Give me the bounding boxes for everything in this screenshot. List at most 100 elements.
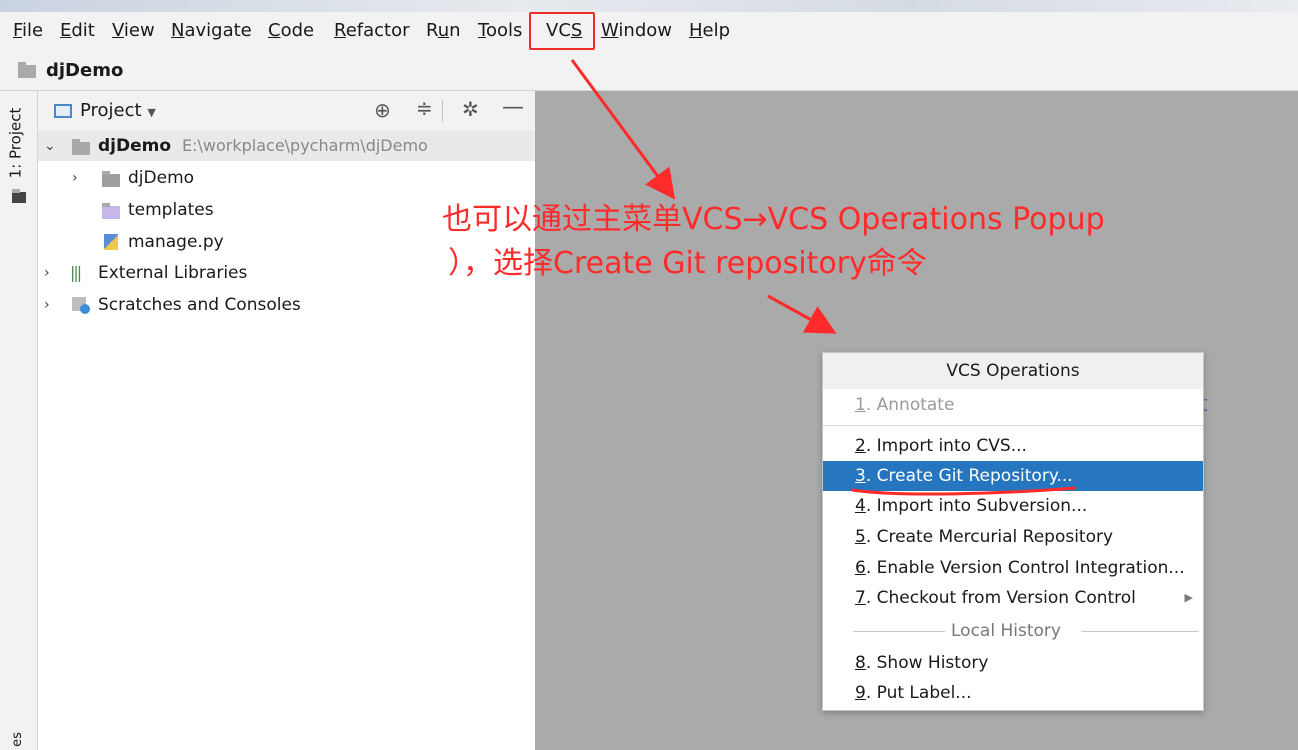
menu-mnemonic: T: [478, 20, 486, 41]
annotation-line-1: 也可以通过主菜单VCS→VCS Operations Popup: [442, 202, 1105, 237]
submenu-arrow-icon: ▶: [1184, 591, 1193, 604]
tree-root-row[interactable]: ⌄ djDemo E:\workplace\pycharm\djDemo: [38, 131, 535, 161]
menu-mnemonic: H: [689, 20, 703, 41]
menu-mnemonic: R: [334, 20, 346, 41]
popup-item-show-history[interactable]: 8. Show History: [823, 648, 1203, 678]
item-label: . Show History: [865, 653, 989, 673]
folder-icon: [72, 139, 90, 155]
tree-item-label: templates: [128, 200, 214, 220]
menu-edit[interactable]: Edit: [60, 18, 95, 44]
menu-label: iew: [123, 20, 155, 41]
project-view-icon: [54, 104, 72, 118]
tree-item-label: djDemo: [128, 168, 195, 188]
popup-separator: [823, 425, 1203, 426]
popup-item-create-git-repository[interactable]: 3. Create Git Repository...: [823, 461, 1203, 491]
python-file-icon: [104, 234, 118, 250]
menu-mnemonic: u: [437, 20, 450, 41]
menu-label: elp: [702, 20, 731, 41]
menu-label: R: [426, 20, 438, 41]
item-number: 5: [855, 527, 866, 547]
chevron-right-icon[interactable]: ›: [44, 290, 50, 320]
menu-help[interactable]: Help: [689, 18, 730, 44]
tree-item-scratches[interactable]: › Scratches and Consoles: [38, 290, 535, 320]
popup-title: VCS Operations: [823, 353, 1203, 389]
local-history-group: Local History: [823, 619, 1203, 643]
tree-root-path: E:\workplace\pycharm\djDemo: [182, 136, 428, 155]
project-view-selector[interactable]: Project ▼: [80, 99, 156, 125]
window-title-strip: [0, 0, 1298, 12]
vcs-highlight-box: [529, 12, 595, 50]
group-divider: [1081, 631, 1199, 632]
menu-window[interactable]: Window: [601, 18, 672, 44]
toolbar-divider: [442, 100, 443, 122]
popup-item-put-label[interactable]: 9. Put Label...: [823, 678, 1203, 708]
chevron-right-icon[interactable]: ›: [72, 163, 78, 193]
item-label: . Import into CVS...: [865, 436, 1027, 456]
chevron-down-icon[interactable]: ⌄: [44, 131, 56, 161]
item-number: 3: [855, 466, 866, 486]
menu-navigate[interactable]: Navigate: [171, 18, 252, 44]
item-number: 6: [855, 558, 866, 578]
popup-item-annotate[interactable]: 1. Annotate: [823, 390, 1203, 420]
group-divider: [853, 631, 945, 632]
library-icon: |||: [70, 263, 82, 282]
menu-file[interactable]: File: [13, 18, 43, 44]
menu-bar: File Edit View Navigate Code Refactor Ru…: [0, 12, 1298, 52]
menu-code[interactable]: Code: [268, 18, 314, 44]
folder-icon: [12, 189, 26, 203]
menu-label: indow: [618, 20, 672, 41]
menu-mnemonic: V: [112, 20, 124, 41]
gear-icon[interactable]: ✲: [462, 97, 479, 121]
project-panel-title: Project: [80, 100, 142, 121]
menu-label: efactor: [345, 20, 410, 41]
popup-item-create-mercurial[interactable]: 5. Create Mercurial Repository: [823, 522, 1203, 552]
menu-label: ile: [22, 20, 44, 41]
item-label: . Annotate: [865, 395, 955, 415]
popup-item-import-cvs[interactable]: 2. Import into CVS...: [823, 431, 1203, 461]
menu-mnemonic: E: [60, 20, 72, 41]
vcs-operations-popup: VCS Operations 1. Annotate 2. Import int…: [822, 352, 1204, 711]
popup-item-enable-vcs-integration[interactable]: 6. Enable Version Control Integration...: [823, 553, 1203, 583]
item-number: 8: [855, 653, 866, 673]
menu-mnemonic: N: [171, 20, 185, 41]
menu-label: avigate: [184, 20, 252, 41]
chevron-right-icon[interactable]: ›: [44, 258, 50, 288]
annotation-line-2: ），选择Create Git repository命令: [448, 246, 927, 281]
menu-mnemonic: W: [601, 20, 619, 41]
tree-root-name: djDemo: [98, 136, 172, 156]
project-panel-header: Project ▼ ⊕ ≑ ✲ —: [38, 91, 535, 131]
menu-view[interactable]: View: [112, 18, 155, 44]
item-label: . Import into Subversion...: [865, 496, 1088, 516]
item-label: . Put Label...: [865, 683, 972, 703]
bottom-tool-tab[interactable]: es: [10, 732, 25, 747]
project-tool-tab-label: 1: Project: [6, 107, 25, 179]
locate-icon[interactable]: ⊕: [374, 98, 391, 122]
folder-icon: [18, 62, 36, 78]
item-number: 4: [855, 496, 866, 516]
item-number: 2: [855, 436, 866, 456]
menu-refactor[interactable]: Refactor: [334, 18, 410, 44]
item-number: 1: [855, 395, 866, 415]
collapse-all-icon[interactable]: ≑: [416, 96, 433, 120]
menu-mnemonic: F: [13, 20, 23, 41]
clock-badge-icon: [80, 304, 90, 314]
package-folder-icon: [102, 171, 120, 187]
menu-tools[interactable]: Tools: [478, 18, 522, 44]
breadcrumb-project[interactable]: djDemo: [46, 58, 123, 84]
popup-item-checkout[interactable]: 7. Checkout from Version Control ▶: [823, 583, 1203, 613]
templates-folder-icon: [102, 203, 120, 219]
menu-label: ode: [280, 20, 315, 41]
hide-panel-icon[interactable]: —: [502, 95, 524, 120]
navigation-bar: djDemo: [0, 52, 1298, 91]
tree-item-label: manage.py: [128, 232, 224, 252]
menu-run[interactable]: Run: [426, 18, 461, 44]
project-tool-tab[interactable]: 1: Project: [6, 104, 30, 184]
item-number: 7: [855, 588, 866, 608]
group-label: Local History: [951, 621, 1061, 641]
tree-item-label: External Libraries: [98, 263, 248, 283]
item-label: . Create Git Repository...: [865, 466, 1073, 486]
tree-item-djdemo[interactable]: › djDemo: [38, 163, 535, 193]
tree-item-label: Scratches and Consoles: [98, 295, 301, 315]
popup-item-import-subversion[interactable]: 4. Import into Subversion...: [823, 491, 1203, 521]
menu-label: ools: [485, 20, 523, 41]
